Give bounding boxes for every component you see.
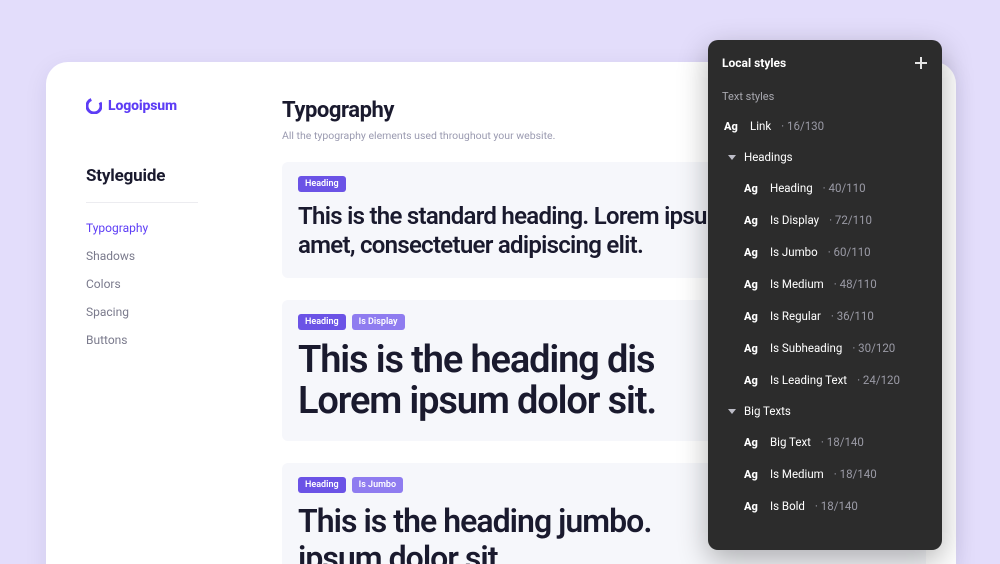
style-row[interactable]: Ag Is Regular · 36/110 xyxy=(722,301,928,331)
ag-icon: Ag xyxy=(744,310,760,323)
style-name: Is Medium xyxy=(770,467,824,481)
style-row[interactable]: Ag Big Text · 18/140 xyxy=(722,427,928,457)
panel-title: Local styles xyxy=(722,56,786,70)
chevron-down-icon xyxy=(728,155,736,160)
nav-item-colors[interactable]: Colors xyxy=(86,277,282,291)
style-row[interactable]: Ag Is Bold · 18/140 xyxy=(722,491,928,521)
ag-icon: Ag xyxy=(724,120,740,133)
sidebar-nav: Typography Shadows Colors Spacing Button… xyxy=(86,221,282,347)
panel-header: Local styles xyxy=(722,56,928,70)
nav-item-spacing[interactable]: Spacing xyxy=(86,305,282,319)
style-name: Is Display xyxy=(770,213,819,227)
tag-heading: Heading xyxy=(298,176,346,192)
ag-icon: Ag xyxy=(744,374,760,387)
ag-icon: Ag xyxy=(744,500,760,513)
tag-is-display: Is Display xyxy=(352,314,405,330)
ag-icon: Ag xyxy=(744,342,760,355)
brand-name: Logoipsum xyxy=(108,98,177,114)
style-meta: · 40/110 xyxy=(823,181,866,195)
style-meta: · 60/110 xyxy=(828,245,871,259)
style-row[interactable]: Ag Is Medium · 18/140 xyxy=(722,459,928,489)
style-meta: · 18/140 xyxy=(815,499,858,513)
nav-item-buttons[interactable]: Buttons xyxy=(86,333,282,347)
style-group-label: Headings xyxy=(744,150,793,164)
style-meta: · 16/130 xyxy=(781,119,824,133)
chevron-down-icon xyxy=(728,409,736,414)
tag-heading: Heading xyxy=(298,477,346,493)
style-name: Link xyxy=(750,119,771,133)
style-name: Is Subheading xyxy=(770,341,842,355)
style-meta: · 24/120 xyxy=(857,373,900,387)
nav-item-shadows[interactable]: Shadows xyxy=(86,249,282,263)
style-name: Big Text xyxy=(770,435,811,449)
style-name: Is Jumbo xyxy=(770,245,818,259)
add-style-icon[interactable] xyxy=(914,56,928,70)
style-list: Ag Link · 16/130 Headings Ag Heading · 40/11… xyxy=(722,111,928,521)
style-row[interactable]: Ag Is Medium · 48/110 xyxy=(722,269,928,299)
style-group-label: Big Texts xyxy=(744,404,791,418)
local-styles-panel: Local styles Text styles Ag Link · 16/130… xyxy=(708,40,942,550)
panel-section-label: Text styles xyxy=(722,90,928,103)
brand-logo-icon xyxy=(86,98,102,114)
style-meta: · 18/140 xyxy=(834,467,877,481)
style-meta: · 30/120 xyxy=(852,341,895,355)
style-meta: · 72/110 xyxy=(829,213,872,227)
style-name: Is Medium xyxy=(770,277,824,291)
style-meta: · 36/110 xyxy=(831,309,874,323)
style-row[interactable]: Ag Is Subheading · 30/120 xyxy=(722,333,928,363)
ag-icon: Ag xyxy=(744,182,760,195)
ag-icon: Ag xyxy=(744,278,760,291)
sidebar-title: Styleguide xyxy=(86,166,282,186)
tag-heading: Heading xyxy=(298,314,346,330)
ag-icon: Ag xyxy=(744,468,760,481)
nav-item-typography[interactable]: Typography xyxy=(86,221,282,235)
style-name: Is Bold xyxy=(770,499,805,513)
ag-icon: Ag xyxy=(744,214,760,227)
style-row[interactable]: Ag Is Leading Text · 24/120 xyxy=(722,365,928,395)
style-name: Heading xyxy=(770,181,813,195)
tag-is-jumbo: Is Jumbo xyxy=(352,477,403,493)
ag-icon: Ag xyxy=(744,436,760,449)
sidebar-divider xyxy=(86,202,198,203)
ag-icon: Ag xyxy=(744,246,760,259)
style-name: Is Regular xyxy=(770,309,821,323)
style-meta: · 48/110 xyxy=(834,277,877,291)
sidebar: Logoipsum Styleguide Typography Shadows … xyxy=(86,98,282,564)
style-group-row[interactable]: Big Texts xyxy=(722,397,928,425)
style-row[interactable]: Ag Is Display · 72/110 xyxy=(722,205,928,235)
brand: Logoipsum xyxy=(86,98,282,114)
style-row[interactable]: Ag Is Jumbo · 60/110 xyxy=(722,237,928,267)
style-meta: · 18/140 xyxy=(821,435,864,449)
style-group-row[interactable]: Headings xyxy=(722,143,928,171)
style-name: Is Leading Text xyxy=(770,373,847,387)
style-row[interactable]: Ag Link · 16/130 xyxy=(722,111,928,141)
style-row[interactable]: Ag Heading · 40/110 xyxy=(722,173,928,203)
